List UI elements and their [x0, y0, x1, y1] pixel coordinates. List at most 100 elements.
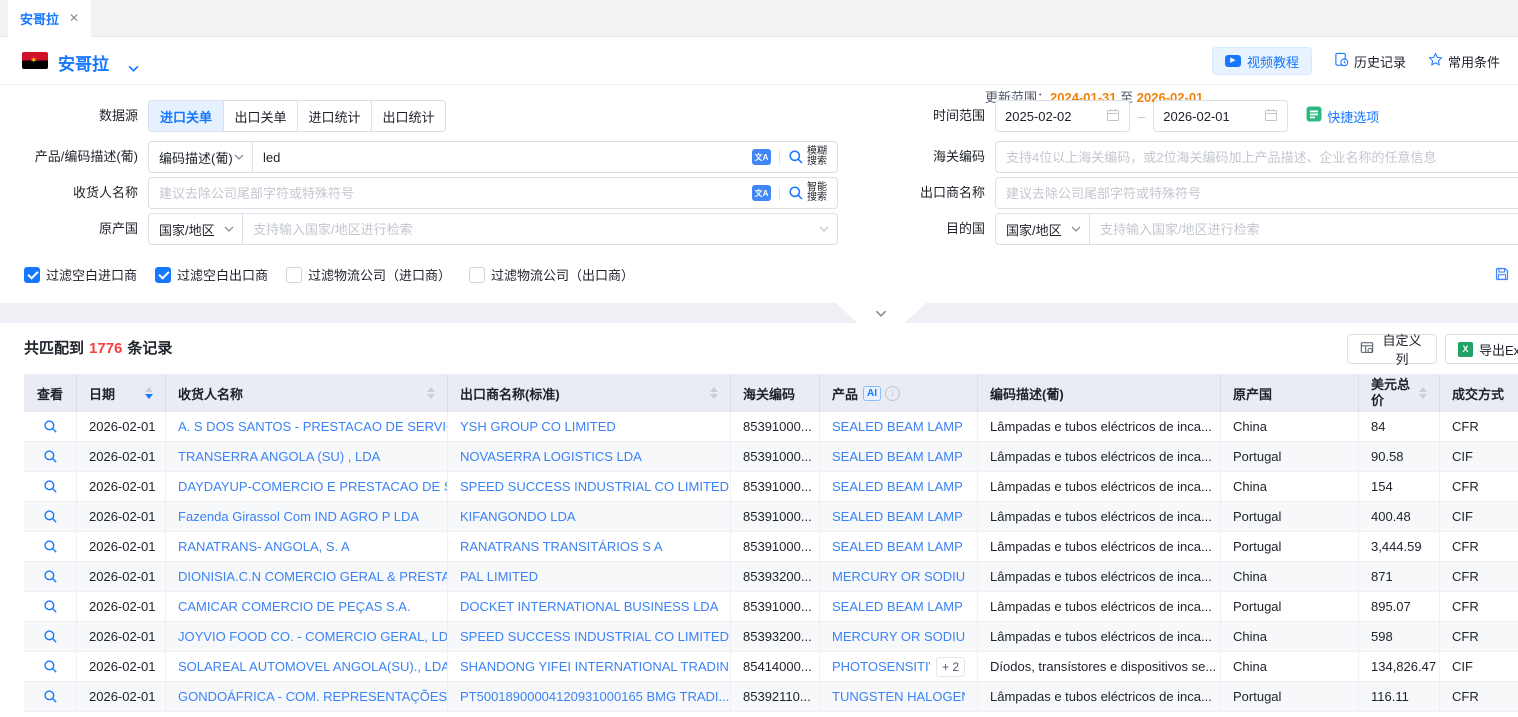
- end-date-input[interactable]: 2026-02-01: [1153, 100, 1288, 132]
- col-header-consignee[interactable]: 收货人名称: [166, 374, 448, 412]
- cell-product-link[interactable]: SEALED BEAM LAMP ...: [832, 502, 965, 532]
- hs-code-input[interactable]: [996, 150, 1518, 165]
- view-record-button[interactable]: [43, 629, 58, 644]
- cell-consignee-link[interactable]: GONDOÁFRICA - COM. REPRESENTAÇÕES ...: [166, 682, 448, 712]
- destination-country-input[interactable]: [1090, 222, 1518, 237]
- exporter-input[interactable]: [996, 186, 1518, 201]
- cell-exporter-link[interactable]: YSH GROUP CO LIMITED: [448, 412, 731, 442]
- sort-icon[interactable]: [427, 387, 435, 399]
- cell-product-link[interactable]: SEALED BEAM LAMP ...: [832, 592, 965, 622]
- sort-icon[interactable]: [1419, 387, 1427, 399]
- cell-exporter-link[interactable]: NOVASERRA LOGISTICS LDA: [448, 442, 731, 472]
- close-icon[interactable]: ✕: [69, 11, 79, 25]
- table-row: 2026-02-01 CAMICAR COMERCIO DE PEÇAS S.A…: [24, 592, 1518, 622]
- checkbox-label: 过滤空白进口商: [46, 265, 137, 284]
- cell-origin: Portugal: [1221, 592, 1359, 622]
- product-extra-badge[interactable]: + 2: [936, 657, 965, 677]
- cell-usd-total: 154: [1359, 472, 1440, 502]
- view-record-button[interactable]: [43, 509, 58, 524]
- cell-exporter-link[interactable]: PT50018900004120931000165 BMG TRADI...: [448, 682, 731, 712]
- origin-country-input[interactable]: [243, 222, 819, 237]
- col-header-usd-total[interactable]: 美元总价: [1359, 374, 1440, 412]
- checkbox-filter-logistics-exporter[interactable]: 过滤物流公司（出口商）: [469, 265, 634, 284]
- checkbox-filter-blank-exporter[interactable]: 过滤空白出口商: [155, 265, 268, 284]
- cell-exporter-link[interactable]: SPEED SUCCESS INDUSTRIAL CO LIMITED: [448, 472, 731, 502]
- cell-consignee-link[interactable]: DAYDAYUP-COMERCIO E PRESTACAO DE S...: [166, 472, 448, 502]
- tab-angola[interactable]: 安哥拉 ✕: [8, 0, 91, 37]
- save-conditions-button[interactable]: [1494, 266, 1510, 282]
- history-button[interactable]: 历史记录: [1334, 52, 1406, 71]
- collapse-filters-button[interactable]: [836, 303, 926, 323]
- tab-export-declarations[interactable]: 出口关单: [223, 101, 297, 131]
- cell-exporter-link[interactable]: KIFANGONDO LDA: [448, 502, 731, 532]
- cell-date: 2026-02-01: [77, 502, 166, 532]
- info-icon[interactable]: i: [885, 386, 900, 401]
- checkbox-filter-logistics-importer[interactable]: 过滤物流公司（进口商）: [286, 265, 451, 284]
- cell-consignee-link[interactable]: TRANSERRA ANGOLA (SU) , LDA: [166, 442, 448, 472]
- col-header-exporter[interactable]: 出口商名称(标准): [448, 374, 731, 412]
- view-record-button[interactable]: [43, 449, 58, 464]
- checkbox-filter-blank-importer[interactable]: 过滤空白进口商: [24, 265, 137, 284]
- table-row: 2026-02-01 DAYDAYUP-COMERCIO E PRESTACAO…: [24, 472, 1518, 502]
- view-record-button[interactable]: [43, 659, 58, 674]
- export-excel-button[interactable]: X 导出Excel: [1445, 334, 1518, 364]
- origin-type-select[interactable]: 国家/地区: [149, 214, 243, 244]
- cell-usd-total: 84: [1359, 412, 1440, 442]
- cell-product-link[interactable]: TUNGSTEN HALOGEN...: [832, 682, 965, 712]
- cell-product-link[interactable]: SEALED BEAM LAMP ...: [832, 442, 965, 472]
- translate-icon[interactable]: 文A: [752, 185, 771, 201]
- cell-exporter-link[interactable]: SHANDONG YIFEI INTERNATIONAL TRADIN...: [448, 652, 731, 682]
- product-keyword-input[interactable]: [253, 150, 752, 165]
- cell-usd-total: 895.07: [1359, 592, 1440, 622]
- cell-product-link[interactable]: SEALED BEAM LAMP ...: [832, 472, 965, 502]
- cell-exporter-link[interactable]: SPEED SUCCESS INDUSTRIAL CO LIMITED: [448, 622, 731, 652]
- cell-product-link[interactable]: SEALED BEAM LAMP ...: [832, 532, 965, 562]
- cell-usd-total: 871: [1359, 562, 1440, 592]
- translate-icon[interactable]: 文A: [752, 149, 771, 165]
- matched-suffix: 条记录: [127, 340, 172, 357]
- tab-import-declarations[interactable]: 进口关单: [149, 101, 223, 131]
- view-record-button[interactable]: [43, 599, 58, 614]
- video-tutorial-button[interactable]: ▶ 视频教程: [1212, 47, 1312, 75]
- cell-consignee-link[interactable]: DIONISIA.C.N COMERCIO GERAL & PRESTA...: [166, 562, 448, 592]
- cell-product-link[interactable]: PHOTOSENSITIV...: [832, 652, 930, 682]
- cell-exporter-link[interactable]: PAL LIMITED: [448, 562, 731, 592]
- chevron-down-icon[interactable]: [128, 59, 139, 77]
- cell-consignee-link[interactable]: RANATRANS- ANGOLA, S. A: [166, 532, 448, 562]
- cell-trade-terms: CFR: [1440, 412, 1518, 442]
- cell-product-link[interactable]: SEALED BEAM LAMP ...: [832, 412, 965, 442]
- view-record-button[interactable]: [43, 539, 58, 554]
- product-field-select[interactable]: 编码描述(葡): [149, 142, 253, 172]
- cell-exporter-link[interactable]: RANATRANS TRANSITÁRIOS S A: [448, 532, 731, 562]
- view-record-button[interactable]: [43, 689, 58, 704]
- tab-import-statistics[interactable]: 进口统计: [297, 101, 371, 131]
- cell-consignee-link[interactable]: JOYVIO FOOD CO. - COMERCIO GERAL, LDA: [166, 622, 448, 652]
- customize-columns-icon: [1360, 341, 1374, 358]
- quick-options-link[interactable]: 快捷选项: [1306, 106, 1379, 127]
- product-label: 产品/编码描述(葡): [0, 141, 138, 173]
- sort-icon[interactable]: [710, 387, 718, 399]
- cell-date: 2026-02-01: [77, 622, 166, 652]
- destination-type-select[interactable]: 国家/地区: [996, 214, 1090, 244]
- cell-product-link[interactable]: MERCURY OR SODIU...: [832, 562, 965, 592]
- customize-columns-button[interactable]: 自定义列: [1347, 334, 1437, 364]
- cell-consignee-link[interactable]: CAMICAR COMERCIO DE PEÇAS S.A.: [166, 592, 448, 622]
- start-date-input[interactable]: 2025-02-02: [995, 100, 1130, 132]
- favorites-button[interactable]: 常用条件: [1428, 52, 1500, 71]
- calendar-icon: [1106, 108, 1120, 125]
- cell-consignee-link[interactable]: A. S DOS SANTOS - PRESTACAO DE SERVIC...: [166, 412, 448, 442]
- col-header-date[interactable]: 日期: [77, 374, 166, 412]
- cell-consignee-link[interactable]: SOLAREAL AUTOMOVEL ANGOLA(SU)., LDA: [166, 652, 448, 682]
- view-record-button[interactable]: [43, 569, 58, 584]
- view-record-button[interactable]: [43, 419, 58, 434]
- cell-product-link[interactable]: MERCURY OR SODIU...: [832, 622, 965, 652]
- cell-consignee-link[interactable]: Fazenda Girassol Com IND AGRO P LDA: [166, 502, 448, 532]
- tab-export-statistics[interactable]: 出口统计: [371, 101, 445, 131]
- chevron-down-icon: [1071, 226, 1081, 232]
- consignee-input[interactable]: [149, 186, 752, 201]
- cell-exporter-link[interactable]: DOCKET INTERNATIONAL BUSINESS LDA: [448, 592, 731, 622]
- country-title[interactable]: 安哥拉: [58, 50, 109, 75]
- magnifier-icon: [43, 689, 58, 704]
- sort-icon[interactable]: [145, 387, 153, 399]
- view-record-button[interactable]: [43, 479, 58, 494]
